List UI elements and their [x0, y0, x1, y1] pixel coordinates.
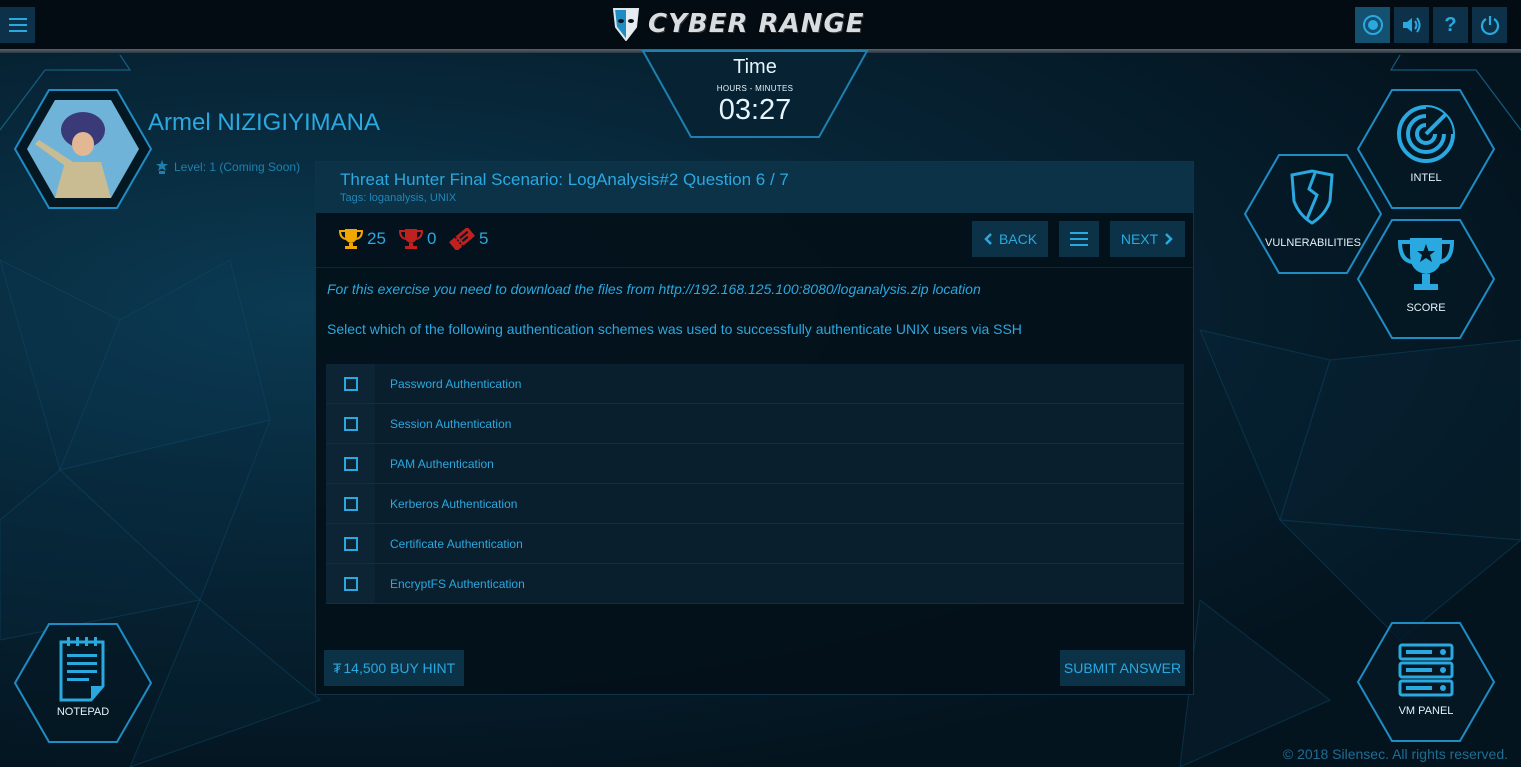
app-logo: CYBER RANGE [612, 6, 865, 42]
copyright-footer: © 2018 Silensec. All rights reserved. [1282, 746, 1508, 762]
score-label: SCORE [1406, 302, 1446, 314]
back-button[interactable]: BACK [972, 221, 1048, 257]
user-level-text: Level: 1 (Coming Soon) [174, 160, 301, 174]
chevron-left-icon [984, 233, 992, 245]
speaker-icon [1402, 17, 1420, 33]
sound-button[interactable] [1394, 7, 1429, 43]
answer-option[interactable]: EncryptFS Authentication [326, 564, 1184, 604]
points-stat: 25 [339, 228, 386, 250]
question-panel: Threat Hunter Final Scenario: LogAnalysi… [315, 161, 1194, 695]
buy-hint-button[interactable]: ₮ 14,500 BUY HINT [324, 650, 464, 686]
answer-label: Certificate Authentication [390, 536, 523, 551]
answer-label: PAM Authentication [390, 456, 494, 471]
red-trophy-icon [399, 229, 423, 249]
hints-stat: 5 [449, 228, 488, 250]
answer-checkbox[interactable] [343, 416, 358, 431]
logout-button[interactable] [1472, 7, 1507, 43]
answer-option[interactable]: Kerberos Authentication [326, 484, 1184, 524]
answer-option[interactable]: Session Authentication [326, 404, 1184, 444]
gold-trophy-icon [339, 229, 363, 249]
back-label: BACK [998, 231, 1038, 247]
help-button[interactable]: ? [1433, 7, 1468, 43]
radar-icon [1397, 105, 1455, 163]
chevron-right-icon [1165, 233, 1173, 245]
next-label: NEXT [1120, 231, 1159, 247]
currency-icon: ₮ [332, 660, 342, 676]
answer-options: Password Authentication Session Authenti… [326, 364, 1184, 604]
answer-option[interactable]: PAM Authentication [326, 444, 1184, 484]
timer-value: 03:27 [718, 94, 792, 126]
broken-shield-icon [1290, 169, 1334, 225]
scenario-button[interactable] [1355, 7, 1390, 43]
question-title: Threat Hunter Final Scenario: LogAnalysi… [340, 170, 789, 189]
server-icon [1398, 643, 1454, 697]
logo-text: CYBER RANGE [648, 9, 865, 39]
vm-panel-label: VM PANEL [1398, 705, 1454, 717]
answer-checkbox[interactable] [343, 456, 358, 471]
timer: Time HOURS - MINUTES 03:27 [641, 49, 869, 139]
penalty-value: 0 [427, 229, 437, 248]
score-button[interactable]: SCORE [1356, 218, 1496, 340]
points-value: 25 [367, 229, 386, 248]
question-stats: 25 0 5 BACK NEXT [316, 213, 1193, 268]
trophy-icon [1397, 238, 1455, 290]
user-name: Armel NIZIGIYIMANA [148, 109, 381, 136]
penalty-stat: 0 [399, 228, 436, 250]
buy-hint-label: 14,500 BUY HINT [343, 660, 456, 676]
question-mark-icon: ? [1444, 13, 1457, 36]
level-icon [156, 160, 168, 174]
ticket-icon [449, 228, 475, 250]
exercise-intro: For this exercise you need to download t… [327, 281, 981, 297]
mask-logo-icon [612, 8, 640, 41]
answer-label: Session Authentication [390, 416, 512, 431]
user-level: Level: 1 (Coming Soon) [156, 160, 300, 174]
timer-subtitle: HOURS - MINUTES [716, 84, 794, 93]
hamburger-menu-button[interactable] [0, 7, 35, 43]
submit-answer-button[interactable]: SUBMIT ANSWER [1060, 650, 1185, 686]
timer-title: Time [733, 56, 777, 78]
answer-checkbox[interactable] [343, 536, 358, 551]
question-tags: Tags: loganalysis, UNIX [340, 192, 457, 204]
answer-label: Password Authentication [390, 376, 522, 391]
answer-label: Kerberos Authentication [390, 496, 518, 511]
top-bar: CYBER RANGE ? [0, 0, 1521, 49]
user-avatar[interactable] [13, 88, 153, 210]
answer-checkbox[interactable] [343, 576, 358, 591]
notepad-icon [59, 637, 105, 702]
hints-value: 5 [479, 229, 489, 248]
answer-label: EncryptFS Authentication [390, 576, 525, 591]
globe-icon [1362, 15, 1383, 35]
vm-panel-button[interactable]: VM PANEL [1356, 621, 1496, 743]
notepad-label: NOTEPAD [56, 706, 110, 718]
power-icon [1480, 16, 1499, 35]
notepad-button[interactable]: NOTEPAD [13, 622, 153, 744]
answer-option[interactable]: Password Authentication [326, 364, 1184, 404]
answer-option[interactable]: Certificate Authentication [326, 524, 1184, 564]
answer-checkbox[interactable] [343, 376, 358, 391]
hamburger-icon [8, 18, 27, 32]
question-header: Threat Hunter Final Scenario: LogAnalysi… [316, 162, 1193, 213]
answer-checkbox[interactable] [343, 496, 358, 511]
list-icon [1070, 232, 1088, 246]
question-list-button[interactable] [1059, 221, 1099, 257]
question-prompt: Select which of the following authentica… [327, 321, 1022, 337]
next-button[interactable]: NEXT [1110, 221, 1185, 257]
